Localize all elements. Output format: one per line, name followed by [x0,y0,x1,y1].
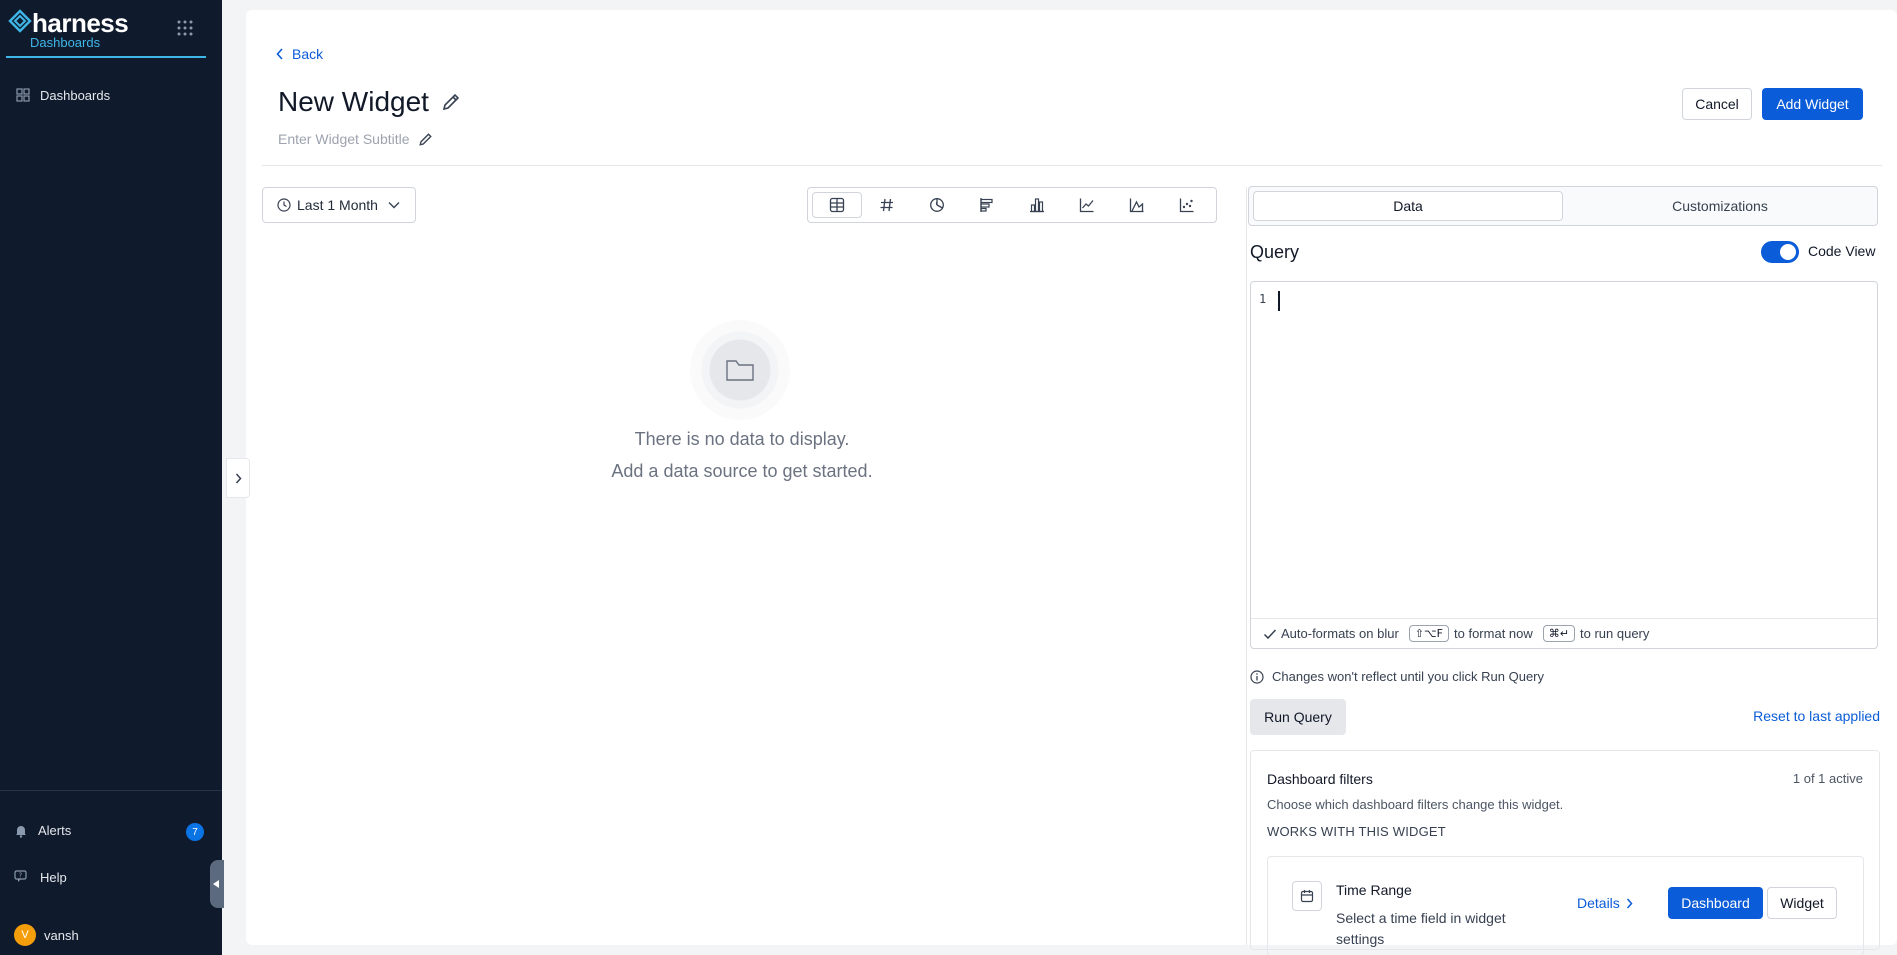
text-cursor [1278,291,1280,311]
panel-divider [1246,187,1247,945]
info-notice: Changes won't reflect until you click Ru… [1250,669,1544,684]
scope-dashboard-button[interactable]: Dashboard [1668,887,1763,919]
user-name: vansh [44,927,79,943]
alerts-label: Alerts [38,823,72,838]
viz-number-button[interactable] [862,192,912,218]
dashboard-filters-card: Dashboard filters 1 of 1 active Choose w… [1250,750,1880,955]
sidebar-divider [0,790,222,791]
edit-title-icon[interactable] [441,92,461,112]
viz-area-button[interactable] [1112,192,1162,218]
query-editor[interactable]: 1 Auto-formats on blur ⇧⌥F to format now… [1250,281,1878,649]
filter-details-link[interactable]: Details [1577,895,1633,911]
subtitle-placeholder[interactable]: Enter Widget Subtitle [278,131,410,147]
filters-count: 1 of 1 active [1792,771,1863,786]
header-divider [262,165,1882,166]
filters-title: Dashboard filters [1267,771,1373,787]
sidebar-item-dashboards[interactable]: Dashboards [0,82,222,108]
tab-data[interactable]: Data [1253,191,1563,221]
info-text: Changes won't reflect until you click Ru… [1272,669,1544,684]
bell-icon [16,825,26,838]
check-icon [1263,628,1277,639]
reset-to-last-applied-link[interactable]: Reset to last applied [1750,708,1880,724]
empty-state-hint: Add a data source to get started. [611,461,873,481]
back-link[interactable]: Back [276,46,323,62]
run-query-button[interactable]: Run Query [1250,699,1346,735]
title-row: New Widget [278,86,461,118]
viz-scatter-button[interactable] [1162,192,1212,218]
folder-icon [726,360,754,381]
viz-table-button[interactable] [812,192,862,218]
calendar-icon [1300,890,1314,903]
chevron-right-icon [235,473,242,483]
sidebar-item-help[interactable]: ? Help [14,869,204,885]
back-label: Back [292,46,324,62]
dashboards-icon [16,88,30,102]
empty-state-illustration [690,320,790,420]
area-chart-icon [1129,198,1144,213]
module-name: Dashboards [30,35,101,50]
line-chart-icon [1079,198,1094,213]
run-shortcut-text: to run query [1580,626,1650,641]
chevron-down-icon [388,202,400,209]
viz-horizontal-bar-button[interactable] [962,192,1012,218]
number-icon [880,198,893,212]
viz-vertical-bar-button[interactable] [1012,192,1062,218]
viz-pie-button[interactable] [912,192,962,218]
clock-icon [277,198,291,212]
svg-text:?: ? [19,872,23,880]
sidebar-item-alerts[interactable]: Alerts 7 [14,823,204,841]
tab-customizations[interactable]: Customizations [1567,191,1873,221]
panel-tabs: Data Customizations [1248,186,1878,226]
viz-line-button[interactable] [1062,192,1112,218]
expand-panel-handle[interactable] [226,458,250,498]
filters-description: Choose which dashboard filters change th… [1267,797,1564,812]
help-icon: ? [14,870,27,882]
filters-section-label: WORKS WITH THIS WIDGET [1267,824,1446,839]
code-view-label: Code View [1808,243,1876,259]
time-range-label: Last 1 Month [297,197,378,213]
table-icon [829,197,845,213]
subtitle-row: Enter Widget Subtitle [278,131,433,147]
main-content: Back New Widget Enter Widget Subtitle Ca… [246,10,1897,955]
empty-state-title: There is no data to display. [634,429,850,449]
app-grid-icon[interactable] [176,19,194,37]
help-label: Help [40,869,67,885]
cancel-button[interactable]: Cancel [1682,88,1752,120]
scope-widget-button[interactable]: Widget [1767,887,1837,919]
editor-footer: Auto-formats on blur ⇧⌥F to format now ⌘… [1251,618,1877,648]
scatter-icon [1179,198,1194,213]
sidebar-item-label: Dashboards [40,87,111,103]
info-icon [1250,669,1264,684]
edit-subtitle-icon[interactable] [418,132,433,147]
details-label: Details [1577,895,1620,911]
chevron-right-icon [1626,898,1633,908]
run-shortcut: ⌘↵ [1542,625,1575,642]
horizontal-bar-icon [980,198,993,212]
avatar: V [14,924,36,946]
time-range-dropdown[interactable]: Last 1 Month [262,187,416,223]
autoformat-text: Auto-formats on blur [1281,626,1399,641]
pie-icon [930,198,944,212]
vertical-bar-icon [1030,198,1044,213]
collapse-sidebar-tab[interactable] [210,860,224,908]
alerts-count-badge: 7 [186,823,204,841]
add-widget-button[interactable]: Add Widget [1762,88,1863,120]
filter-name: Time Range [1336,882,1412,898]
filter-item-time-range: Time Range Select a time field in widget… [1267,856,1864,955]
format-shortcut: ⇧⌥F [1408,625,1450,642]
filter-description: Select a time field in widget settings [1336,910,1506,947]
calendar-icon-box [1292,881,1322,911]
harness-logo-icon [8,9,32,33]
format-shortcut-text: to format now [1454,626,1533,641]
query-heading: Query [1250,242,1300,262]
page-title[interactable]: New Widget [278,86,429,118]
line-number: 1 [1259,292,1267,306]
chevron-left-icon [276,48,283,60]
code-view-toggle[interactable] [1761,241,1799,263]
sidebar: harness Dashboards Dashboards Alerts 7 ?… [0,0,224,955]
user-menu[interactable]: V vansh [14,924,204,946]
visualization-type-toolbar [807,187,1217,223]
